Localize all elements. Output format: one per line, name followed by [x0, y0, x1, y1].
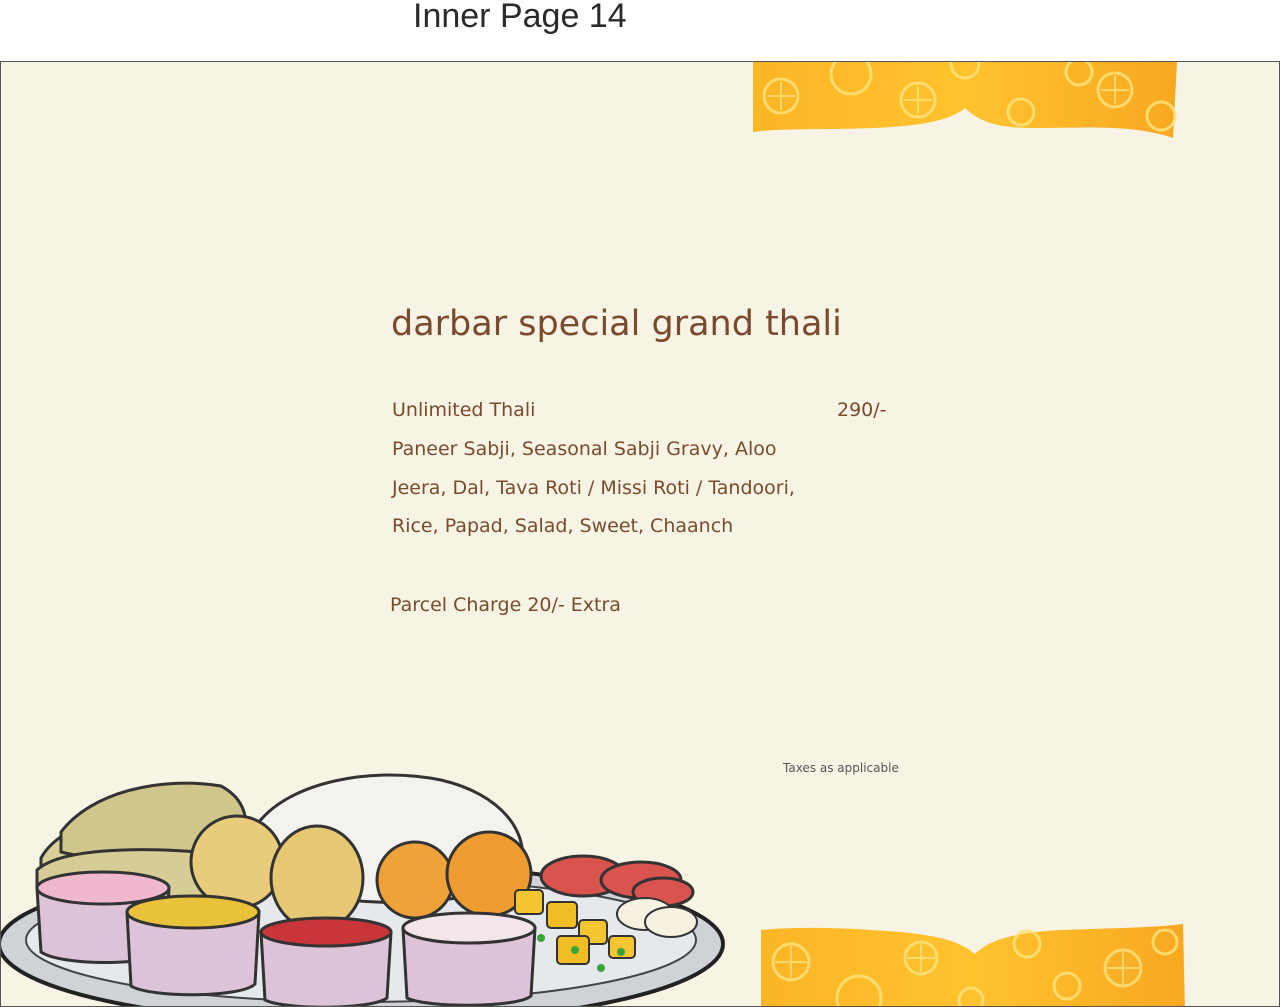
menu-page: darbar special grand thali Unlimited Tha… — [0, 61, 1280, 1007]
menu-item-description-line: Paneer Sabji, Seasonal Sabji Gravy, Aloo — [392, 438, 777, 460]
top-banner-decoration — [753, 62, 1177, 138]
thali-plate-illustration — [1, 773, 725, 1006]
taxes-note: Taxes as applicable — [783, 761, 899, 775]
bottom-banner-decoration — [761, 924, 1185, 1006]
page-caption: Inner Page 14 — [413, 0, 627, 35]
menu-item-description-line: Jeera, Dal, Tava Roti / Missi Roti / Tan… — [392, 477, 795, 499]
menu-title: darbar special grand thali — [391, 304, 842, 344]
menu-item-price: 290/- — [837, 399, 887, 421]
parcel-charge-note: Parcel Charge 20/- Extra — [390, 594, 621, 616]
menu-item-description-line: Rice, Papad, Salad, Sweet, Chaanch — [392, 515, 734, 537]
menu-item-name: Unlimited Thali — [392, 399, 536, 421]
